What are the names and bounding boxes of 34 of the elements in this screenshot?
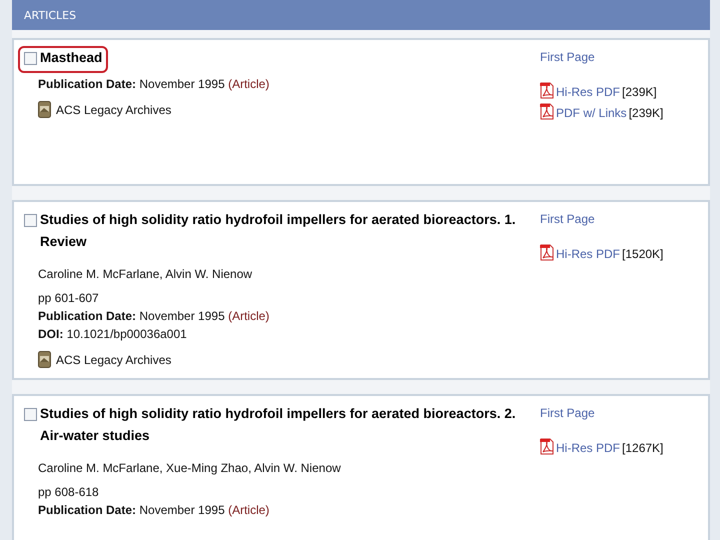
- doi: DOI: 10.1021/bp00036a001: [38, 327, 188, 341]
- pdf-link[interactable]: PDF w/ Links: [556, 106, 627, 120]
- pdf-icon: [540, 103, 554, 120]
- first-page-link[interactable]: First Page: [540, 406, 700, 420]
- pdf-icon: [540, 244, 554, 261]
- pdf-link[interactable]: Hi-Res PDF: [556, 441, 620, 455]
- pdf-icon: [540, 82, 554, 99]
- checkbox[interactable]: [24, 214, 37, 227]
- checkbox[interactable]: [24, 52, 37, 65]
- section-title: ARTICLES: [24, 8, 76, 22]
- archive-icon: [38, 351, 51, 368]
- publication-date: Publication Date: November 1995 (Article): [38, 503, 270, 517]
- article-title: Studies of high solidity ratio hydrofoil impellers for aerated bioreactors. 2. Air-water studies: [40, 405, 517, 445]
- file-size: [239K]: [628, 106, 664, 120]
- authors: Caroline M. McFarlane, Xue-Ming Zhao, Alvin W. Nienow: [38, 461, 342, 475]
- article-title: Masthead: [40, 49, 102, 67]
- archive-icon: [38, 101, 51, 118]
- authors: Caroline M. McFarlane, Alvin W. Nienow: [38, 267, 254, 281]
- file-size: [239K]: [622, 85, 657, 99]
- first-page-link[interactable]: First Page: [540, 50, 700, 64]
- pdf-icon: [540, 438, 554, 455]
- file-size: [1520K]: [622, 247, 664, 261]
- pdf-link[interactable]: Hi-Res PDF: [556, 247, 620, 261]
- page-range: pp 601-607: [38, 291, 100, 305]
- first-page-link[interactable]: First Page: [540, 212, 700, 226]
- publication-date: Publication Date: November 1995 (Article): [38, 309, 270, 323]
- archive-label: ACS Legacy Archives: [56, 102, 172, 116]
- page-range: pp 608-618: [38, 485, 100, 499]
- pdf-link[interactable]: Hi-Res PDF: [556, 85, 620, 99]
- file-size: [1267K]: [622, 441, 664, 455]
- article-title: Studies of high solidity ratio hydrofoil impellers for aerated bioreactors. 1. Review: [40, 211, 517, 251]
- checkbox[interactable]: [24, 408, 37, 421]
- archive-label: ACS Legacy Archives: [56, 352, 172, 366]
- publication-date: Publication Date: November 1995 (Article): [38, 77, 270, 91]
